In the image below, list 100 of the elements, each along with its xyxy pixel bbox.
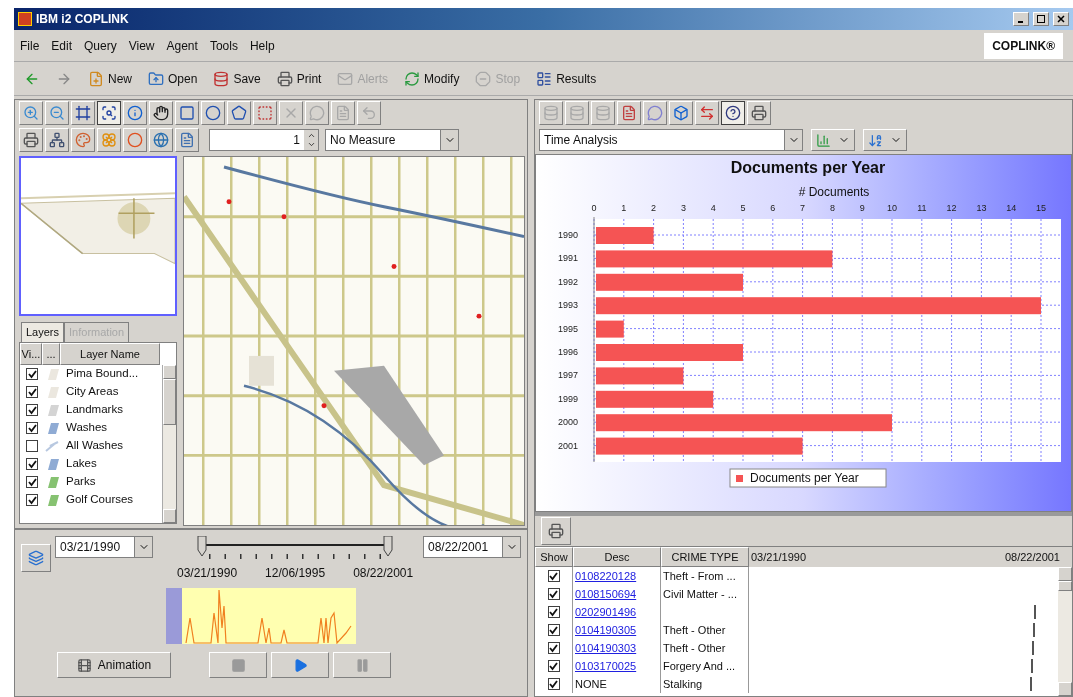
checkbox[interactable] xyxy=(547,642,560,654)
report-button[interactable] xyxy=(617,101,641,125)
report-icon xyxy=(621,105,637,121)
toolbar-button[interactable]: Open xyxy=(144,65,202,92)
case-link[interactable]: 0104190305 xyxy=(575,621,637,639)
zoom-out-icon xyxy=(49,105,65,121)
menu-item[interactable]: Tools xyxy=(209,36,238,55)
slider-thumb[interactable] xyxy=(197,536,208,558)
checkbox[interactable] xyxy=(547,624,560,636)
hand-icon xyxy=(153,105,169,121)
swap-button[interactable] xyxy=(695,101,719,125)
menu-item[interactable]: Agent xyxy=(166,36,198,55)
rect-button[interactable] xyxy=(175,101,199,125)
checkbox[interactable] xyxy=(547,588,560,600)
column-header[interactable]: ... xyxy=(42,343,60,365)
tick-label: 14 xyxy=(1006,203,1017,213)
database-icon xyxy=(543,105,559,121)
checkbox[interactable] xyxy=(547,606,560,618)
checkbox[interactable] xyxy=(26,368,38,380)
print-button[interactable] xyxy=(541,517,571,545)
menu-item[interactable]: Help xyxy=(249,36,275,55)
checkbox[interactable] xyxy=(547,570,560,582)
checkbox[interactable] xyxy=(26,476,38,488)
print-button[interactable] xyxy=(747,101,771,125)
end-date-field[interactable]: 08/22/2001 xyxy=(423,536,521,558)
cube-icon xyxy=(673,105,689,121)
toolbar-button[interactable]: Modify xyxy=(400,65,464,92)
circle-button[interactable] xyxy=(201,101,225,125)
checkbox[interactable] xyxy=(26,494,38,506)
doc-button[interactable] xyxy=(175,128,199,152)
toolbar-button[interactable]: New xyxy=(84,65,136,92)
column-header[interactable]: Desc xyxy=(573,547,661,567)
info-button[interactable] xyxy=(123,101,147,125)
checkbox[interactable] xyxy=(547,678,560,690)
sort-dropdown[interactable] xyxy=(863,129,907,151)
minimize-button[interactable] xyxy=(1013,12,1029,26)
close-icon xyxy=(1057,15,1065,23)
layers-toggle-button[interactable] xyxy=(21,544,51,572)
menu-item[interactable]: File xyxy=(20,36,40,55)
zoom-out-button[interactable] xyxy=(45,101,69,125)
select-button[interactable] xyxy=(253,101,277,125)
checkbox[interactable] xyxy=(26,404,38,416)
case-link[interactable]: 0104190303 xyxy=(575,639,637,657)
toolbar-button[interactable]: Results xyxy=(532,65,601,92)
measure-dropdown[interactable]: No Measure xyxy=(325,129,459,151)
globe-button[interactable] xyxy=(149,128,173,152)
menu-item[interactable]: Edit xyxy=(51,36,73,55)
checkbox[interactable] xyxy=(547,660,560,672)
start-date-field[interactable]: 03/21/1990 xyxy=(55,536,153,558)
animation-button[interactable]: Animation xyxy=(57,652,171,678)
palette-button[interactable] xyxy=(71,128,95,152)
column-header[interactable]: Vi... xyxy=(20,343,42,365)
scrollbar[interactable] xyxy=(1058,567,1072,696)
chart-type-dropdown[interactable] xyxy=(811,129,855,151)
stop-icon xyxy=(475,70,492,87)
legend-label: Documents per Year xyxy=(750,471,859,485)
comment-button[interactable] xyxy=(643,101,667,125)
film-icon xyxy=(76,657,92,673)
zoom-box-icon xyxy=(101,105,117,121)
case-link[interactable]: 0202901496 xyxy=(575,603,637,621)
cluster-button[interactable] xyxy=(97,128,121,152)
analysis-dropdown[interactable]: Time Analysis xyxy=(539,129,803,151)
polygon-button[interactable] xyxy=(227,101,251,125)
printer-icon xyxy=(751,105,767,121)
close-button[interactable] xyxy=(1053,12,1069,26)
sphere-button[interactable] xyxy=(123,128,147,152)
toolbar-button[interactable]: Save xyxy=(209,65,265,92)
scrollbar[interactable] xyxy=(162,365,176,523)
column-header[interactable]: Show xyxy=(535,547,573,567)
zoom-box-button[interactable] xyxy=(97,101,121,125)
scale-spinner[interactable]: 1 xyxy=(209,129,319,151)
checkbox[interactable] xyxy=(26,440,38,452)
case-link[interactable]: 0103170025 xyxy=(575,657,637,675)
network-button[interactable] xyxy=(45,128,69,152)
palette-icon xyxy=(75,132,91,148)
help-button[interactable] xyxy=(721,101,745,125)
maximize-button[interactable] xyxy=(1033,12,1049,26)
slider-thumb[interactable] xyxy=(383,536,394,558)
tab[interactable]: Layers xyxy=(21,322,65,342)
column-header[interactable]: Layer Name xyxy=(60,343,160,365)
play-button[interactable] xyxy=(271,652,329,678)
checkbox[interactable] xyxy=(26,386,38,398)
menu-item[interactable]: Query xyxy=(84,36,117,55)
table-cell-text: Theft - Other xyxy=(663,622,726,638)
pan-button[interactable] xyxy=(149,101,173,125)
cube-button[interactable] xyxy=(669,101,693,125)
menu-item[interactable]: View xyxy=(128,36,155,55)
spinner-arrows-icon xyxy=(304,130,318,150)
checkbox[interactable] xyxy=(26,422,38,434)
extent-button[interactable] xyxy=(71,101,95,125)
table-cell-text: NONE xyxy=(575,676,607,692)
tick-label: 2 xyxy=(651,203,657,213)
zoom-in-button[interactable] xyxy=(19,101,43,125)
print-button[interactable] xyxy=(19,128,43,152)
checkbox[interactable] xyxy=(26,458,38,470)
speech-bubble-icon xyxy=(309,105,325,121)
toolbar-button[interactable]: Print xyxy=(272,65,326,92)
column-header[interactable]: CRIME TYPE xyxy=(661,547,749,567)
case-link[interactable]: 0108150694 xyxy=(575,585,637,603)
case-link[interactable]: 0108220128 xyxy=(575,567,637,585)
